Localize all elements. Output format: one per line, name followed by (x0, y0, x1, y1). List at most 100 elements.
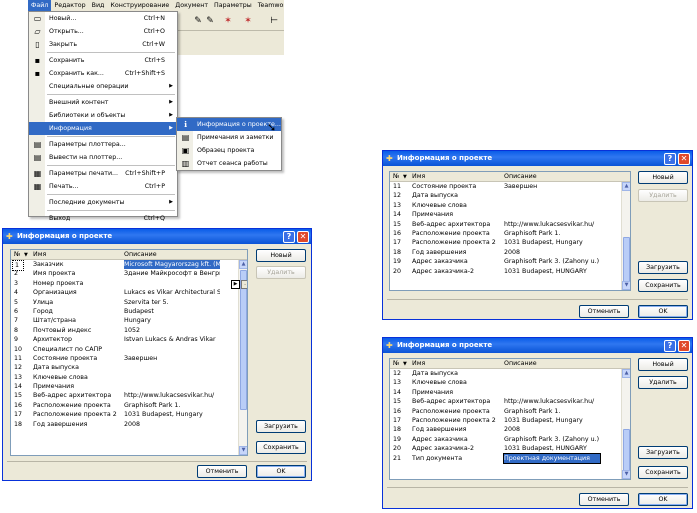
table-row[interactable]: 8 Почтовый индекс 1052 (11, 326, 247, 335)
ok-button[interactable]: OK (256, 465, 306, 478)
row-description[interactable]: Istvan Lukacs & Andras Vikar (124, 335, 220, 344)
col-desc-header[interactable]: Описание (504, 359, 537, 369)
row-description[interactable]: 2008 (504, 425, 600, 434)
col-num-header[interactable]: № (14, 250, 21, 260)
row-description[interactable]: 2008 (124, 420, 220, 429)
table-row[interactable]: 13 Ключевые слова (390, 378, 630, 387)
row-description[interactable]: Здание Майкрософт в Венгрии (124, 269, 220, 278)
menu-3[interactable]: Конструирование (107, 0, 172, 11)
scroll-thumb[interactable] (240, 270, 247, 410)
table-row[interactable]: 17 Расположение проекта 2 1031 Budapest, H… (11, 410, 247, 419)
pen-icon[interactable]: ✎ (204, 15, 216, 27)
close-button[interactable]: ✕ (678, 340, 690, 352)
menu-item[interactable]: ▤ Параметры плоттера... (29, 138, 177, 151)
row-description[interactable]: 1031 Budapest, Hungary (504, 238, 600, 247)
row-description[interactable]: Graphisoft Park 3. (Zahony u.) (504, 257, 600, 266)
row-name[interactable]: Штат/страна (33, 316, 120, 325)
row-name[interactable]: Дата выпуска (412, 191, 500, 200)
scroll-thumb[interactable] (623, 429, 630, 474)
menu-item[interactable]: Выход Ctrl+Q (29, 212, 177, 225)
row-name[interactable]: Расположение проекта 2 (412, 416, 500, 425)
save-button[interactable]: Сохранить (638, 279, 688, 292)
menu-item[interactable]: ▱ Открыть... Ctrl+O (29, 25, 177, 38)
table-row[interactable]: 20 Адрес заказчика-2 1031 Budapest, HUNGAR… (390, 444, 630, 453)
menu-item[interactable]: ▯ Закрыть Ctrl+W (29, 38, 177, 51)
row-name[interactable]: Примечания (33, 382, 120, 391)
table-row[interactable]: 17 Расположение проекта 2 1031 Budapest, H… (390, 416, 630, 425)
table-row[interactable]: 18 Год завершения 2008 (11, 420, 247, 429)
row-name[interactable]: Веб-адрес архитектора (33, 391, 120, 400)
row-description[interactable]: Graphisoft Park 3. (Zahony u.) (504, 435, 600, 444)
row-name[interactable]: Расположение проекта 2 (33, 410, 120, 419)
dialog-titlebar[interactable]: ✚ Информация о проекте ? ✕ (383, 151, 692, 166)
row-name[interactable]: Расположение проекта (412, 229, 500, 238)
table-row[interactable]: 19 Адрес заказчика Graphisoft Park 3. (Zah… (390, 435, 630, 444)
col-name-header[interactable]: Имя (412, 172, 425, 182)
col-name-header[interactable]: Имя (412, 359, 425, 369)
row-description[interactable]: 1031 Budapest, HUNGARY (504, 267, 600, 276)
menu-item[interactable]: ▤ Вывести на плоттер... (29, 151, 177, 164)
table-row[interactable]: 11 Состояние проекта Завершен (11, 354, 247, 363)
menu-2[interactable]: Вид (89, 0, 108, 11)
row-name[interactable]: Заказчик (33, 260, 120, 269)
table-row[interactable]: 20 Адрес заказчика-2 1031 Budapest, HUNGAR… (390, 267, 630, 276)
menu-item[interactable]: ▪ Сохранить как... Ctrl+Shift+S (29, 67, 177, 80)
scroll-up-icon[interactable]: ▲ (622, 182, 630, 191)
row-description[interactable]: Проектная документация (503, 452, 601, 464)
col-num-header[interactable]: № (393, 172, 400, 182)
row-name[interactable]: Номер проекта (33, 279, 120, 288)
table-row[interactable]: 17 Расположение проекта 2 1031 Budapest, H… (390, 238, 630, 247)
row-name[interactable]: Расположение проекта 2 (412, 238, 500, 247)
menu-item[interactable]: ℹ Информация о проекте... (177, 118, 281, 131)
row-name[interactable]: Специалист по САПР (33, 345, 120, 354)
menu-1[interactable]: Редактор (51, 0, 88, 11)
row-description[interactable]: http://www.lukacsesvikar.hu/ (504, 397, 600, 406)
table-row[interactable]: 15 Веб-адрес архитектора http://www.lukacs… (390, 397, 630, 406)
scroll-down-icon[interactable]: ▼ (622, 470, 630, 479)
row-name[interactable]: Год завершения (412, 248, 500, 257)
table-row[interactable]: 5 Улица Szervita ter 5. (11, 298, 247, 307)
table-row[interactable]: 4 Организация Lukacs es Vikar Architectura… (11, 288, 247, 297)
cancel-button[interactable]: Отменить (579, 305, 629, 318)
table-row[interactable]: 15 Веб-адрес архитектора http://www.lukacs… (11, 391, 247, 400)
row-name[interactable]: Организация (33, 288, 120, 297)
table-row[interactable]: 10 Специалист по САПР (11, 345, 247, 354)
row-description[interactable]: Graphisoft Park 1. (504, 229, 600, 238)
row-name[interactable]: Год завершения (33, 420, 120, 429)
scroll-down-icon[interactable]: ▼ (239, 446, 247, 455)
row-name[interactable]: Адрес заказчика (412, 257, 500, 266)
row-name[interactable]: Примечания (412, 388, 500, 397)
cancel-button[interactable]: Отменить (579, 493, 629, 506)
save-button[interactable]: Сохранить (638, 466, 688, 479)
row-name[interactable]: Почтовый индекс (33, 326, 120, 335)
menu-item[interactable]: Последние документы ▶ (29, 196, 177, 209)
row-description[interactable]: 1031 Budapest, HUNGARY (504, 444, 600, 453)
menu-item[interactable]: ▪ Сохранить Ctrl+S (29, 54, 177, 67)
row-name[interactable]: Год завершения (412, 425, 500, 434)
row-name[interactable]: Адрес заказчика-2 (412, 444, 500, 453)
help-button[interactable]: ? (283, 231, 295, 243)
row-description[interactable]: 1052 (124, 326, 220, 335)
delete-button[interactable]: Удалить (638, 376, 688, 389)
row-description[interactable]: Hungary (124, 316, 220, 325)
table-row[interactable]: 13 Ключевые слова (390, 201, 630, 210)
scrollbar[interactable]: ▲ ▼ (621, 369, 630, 479)
scrollbar[interactable]: ▲ ▼ (238, 260, 247, 455)
scroll-down-icon[interactable]: ▼ (622, 281, 630, 290)
row-name[interactable]: Город (33, 307, 120, 316)
row-description[interactable]: 1031 Budapest, Hungary (124, 410, 220, 419)
row-name[interactable]: Состояние проекта (33, 354, 120, 363)
row-name[interactable]: Веб-адрес архитектора (412, 397, 500, 406)
table-row[interactable]: 12 Дата выпуска (390, 369, 630, 378)
table-row[interactable]: 13 Ключевые слова (11, 373, 247, 382)
col-desc-header[interactable]: Описание (504, 172, 537, 182)
dialog-titlebar[interactable]: ✚ Информация о проекте ? ✕ (3, 229, 311, 244)
table-row[interactable]: 18 Год завершения 2008 (390, 425, 630, 434)
row-description[interactable]: Graphisoft Park 1. (124, 401, 220, 410)
close-button[interactable]: ✕ (297, 231, 309, 243)
menu-item[interactable]: ▦ Параметры печати... Ctrl+Shift+P (29, 167, 177, 180)
menu-6[interactable]: Teamwork (255, 0, 284, 11)
row-description[interactable]: http://www.lukacsesvikar.hu/ (504, 220, 600, 229)
table-row[interactable]: 19 Адрес заказчика Graphisoft Park 3. (Zah… (390, 257, 630, 266)
menu-4[interactable]: Документ (172, 0, 211, 11)
